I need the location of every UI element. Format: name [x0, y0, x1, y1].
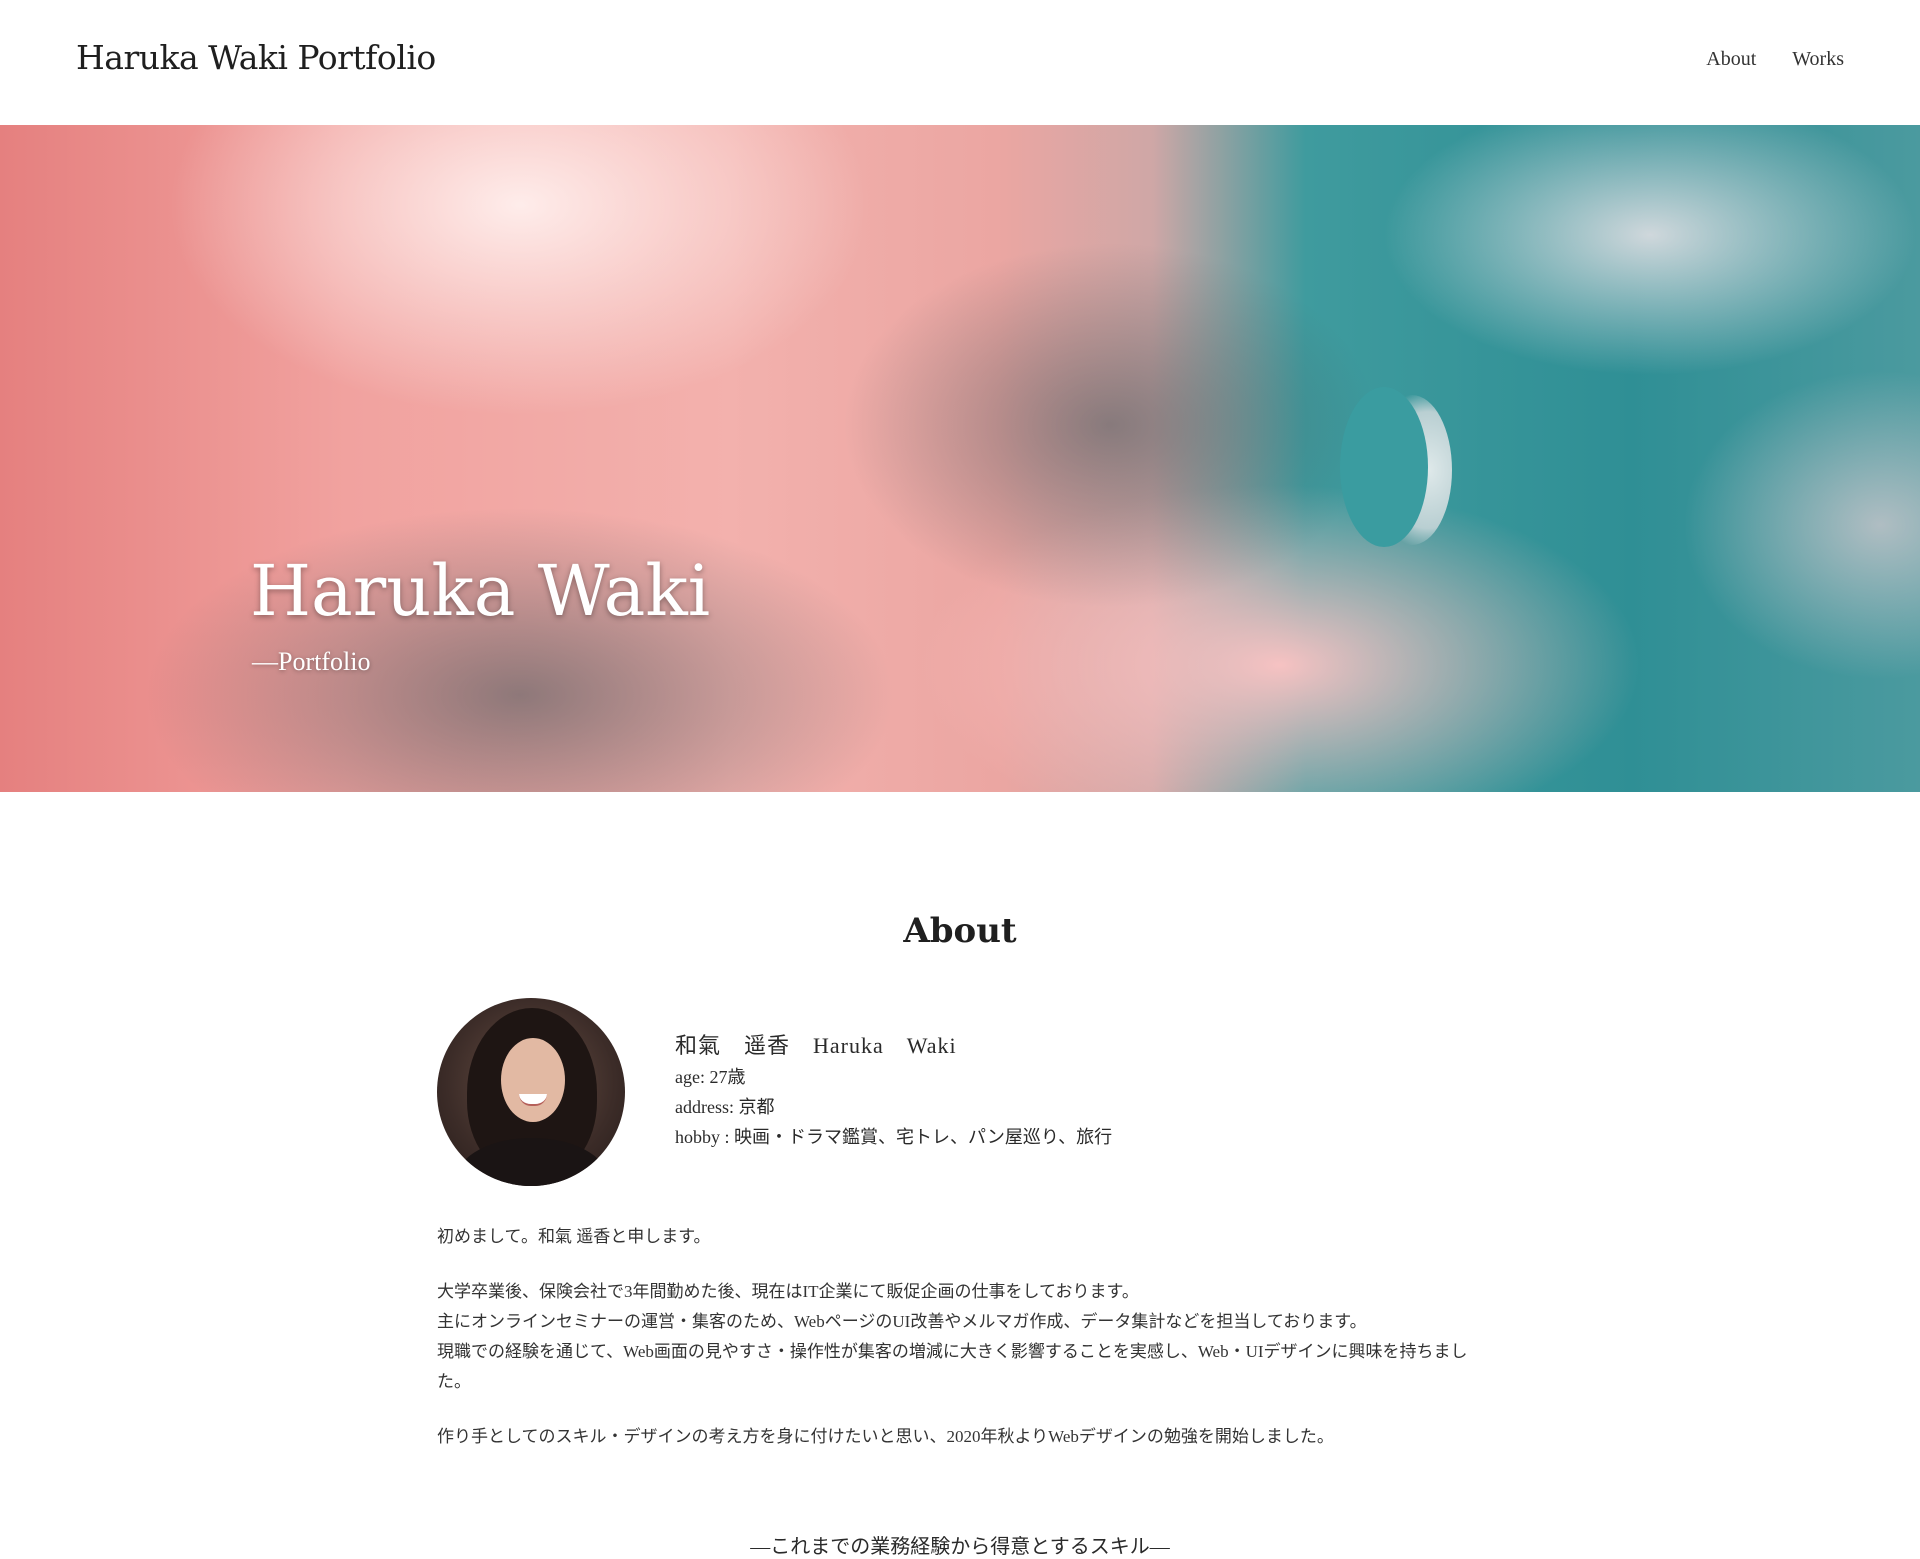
intro-paragraph-2: 大学卒業後、保険会社で3年間勤めた後、現在はIT企業にて販促企画の仕事をしており… [437, 1277, 1477, 1397]
profile-details: 和氣 遥香 Haruka Waki age: 27歳 address: 京都 h… [675, 1030, 1112, 1152]
nav-works-link[interactable]: Works [1792, 48, 1844, 71]
skills-heading: —これまでの業務経験から得意とするスキル— [750, 1536, 1170, 1558]
profile-avatar [437, 998, 625, 1186]
moon-shadow [1340, 387, 1428, 547]
intro-line: 主にオンラインセミナーの運営・集客のため、WebページのUI改善やメルマガ作成、… [437, 1312, 1367, 1331]
nav-about-link[interactable]: About [1706, 48, 1756, 71]
hero-subtitle: —Portfolio [252, 647, 371, 676]
hero-banner: Haruka Waki —Portfolio [0, 125, 1920, 792]
intro-paragraph-1: 初めまして。和氣 遥香と申します。 [437, 1227, 711, 1246]
intro-paragraph-3: 作り手としてのスキル・デザインの考え方を身に付けたいと思い、2020年秋よりWe… [437, 1427, 1334, 1446]
avatar-face [501, 1038, 565, 1122]
hero-title: Haruka Waki [250, 550, 711, 632]
profile-name: 和氣 遥香 Haruka Waki [675, 1033, 957, 1058]
about-heading: About [903, 911, 1017, 952]
about-intro: 初めまして。和氣 遥香と申します。 大学卒業後、保険会社で3年間勤めた後、現在は… [437, 1222, 1477, 1477]
profile-hobby: hobby : 映画・ドラマ鑑賞、宅トレ、パン屋巡り、旅行 [675, 1127, 1113, 1147]
profile-age: age: 27歳 [675, 1067, 746, 1087]
site-title[interactable]: Haruka Waki Portfolio [76, 38, 436, 77]
site-header: Haruka Waki Portfolio About Works [0, 0, 1920, 125]
profile-address: address: 京都 [675, 1097, 775, 1117]
intro-line: 大学卒業後、保険会社で3年間勤めた後、現在はIT企業にて販促企画の仕事をしており… [437, 1282, 1139, 1301]
intro-line: 現職での経験を通じて、Web画面の見やすさ・操作性が集客の増減に大きく影響するこ… [437, 1342, 1468, 1391]
main-nav: About Works [1706, 48, 1844, 71]
